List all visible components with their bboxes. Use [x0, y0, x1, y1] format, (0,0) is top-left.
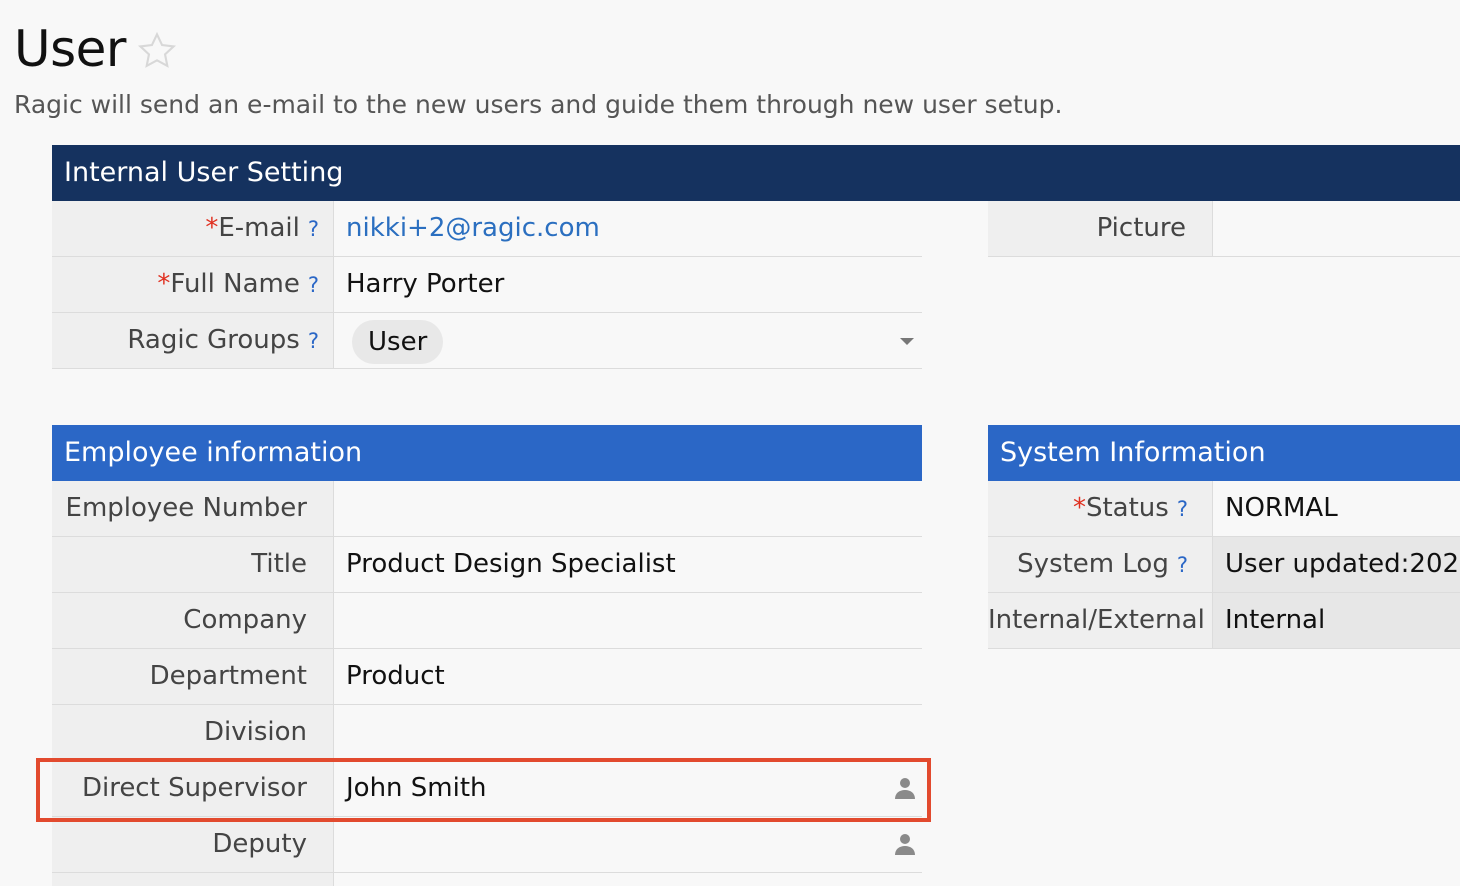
department-label: Department [52, 649, 334, 704]
ragic-groups-row: Ragic Groups? User [52, 313, 922, 369]
system-log-row: System Log? User updated:2025/ [988, 537, 1460, 593]
company-row: Company [52, 593, 922, 649]
chevron-down-icon[interactable] [900, 338, 914, 345]
employee-number-field[interactable] [334, 481, 922, 536]
deputy-row: Deputy [52, 817, 922, 873]
required-mark: * [1072, 493, 1086, 523]
company-field[interactable] [334, 593, 922, 648]
internal-user-setting-header: Internal User Setting [52, 145, 1460, 201]
picture-label: Picture [988, 201, 1213, 256]
employee-information-header: Employee information [52, 425, 922, 481]
help-icon[interactable]: ? [1177, 497, 1188, 521]
title-row: Title Product Design Specialist [52, 537, 922, 593]
picture-field[interactable] [1213, 201, 1460, 256]
favorite-star-icon[interactable] [136, 30, 178, 72]
email-field[interactable]: nikki+2@ragic.com [334, 201, 922, 256]
title-field[interactable]: Product Design Specialist [334, 537, 922, 592]
user-picker-icon[interactable] [894, 832, 916, 856]
help-icon[interactable]: ? [1177, 553, 1188, 577]
department-row: Department Product [52, 649, 922, 705]
fullname-field[interactable]: Harry Porter [334, 257, 922, 312]
department-field[interactable]: Product [334, 649, 922, 704]
ragic-groups-select[interactable]: User [334, 313, 922, 368]
next-row-label [52, 873, 334, 886]
internal-external-label: Internal/External [988, 593, 1213, 648]
required-mark: * [205, 213, 219, 243]
division-row: Division [52, 705, 922, 761]
page-subtitle: Ragic will send an e-mail to the new use… [14, 90, 1063, 119]
system-log-field: User updated:2025/ [1213, 537, 1460, 592]
highlight-box [36, 758, 931, 822]
email-label: *E-mail? [52, 201, 334, 256]
employee-number-row: Employee Number [52, 481, 922, 537]
required-mark: * [157, 269, 171, 299]
internal-external-field: Internal [1213, 593, 1460, 648]
status-label: *Status? [988, 481, 1213, 536]
status-field[interactable]: NORMAL [1213, 481, 1460, 536]
division-field[interactable] [334, 705, 922, 760]
group-chip[interactable]: User [352, 320, 444, 364]
division-label: Division [52, 705, 334, 760]
fullname-label: *Full Name? [52, 257, 334, 312]
email-row: *E-mail? nikki+2@ragic.com [52, 201, 922, 257]
picture-row: Picture [988, 201, 1460, 257]
system-log-label: System Log? [988, 537, 1213, 592]
help-icon[interactable]: ? [308, 329, 319, 353]
fullname-row: *Full Name? Harry Porter [52, 257, 922, 313]
internal-external-row: Internal/External Internal [988, 593, 1460, 649]
email-link[interactable]: nikki+2@ragic.com [346, 213, 600, 243]
page-title: User [14, 20, 126, 78]
help-icon[interactable]: ? [308, 217, 319, 241]
next-row-partial [52, 873, 922, 886]
company-label: Company [52, 593, 334, 648]
employee-number-label: Employee Number [52, 481, 334, 536]
status-row: *Status? NORMAL [988, 481, 1460, 537]
title-label: Title [52, 537, 334, 592]
help-icon[interactable]: ? [308, 273, 319, 297]
deputy-field[interactable] [334, 817, 922, 872]
deputy-label: Deputy [52, 817, 334, 872]
ragic-groups-label: Ragic Groups? [52, 313, 334, 368]
system-information-header: System Information [988, 425, 1460, 481]
